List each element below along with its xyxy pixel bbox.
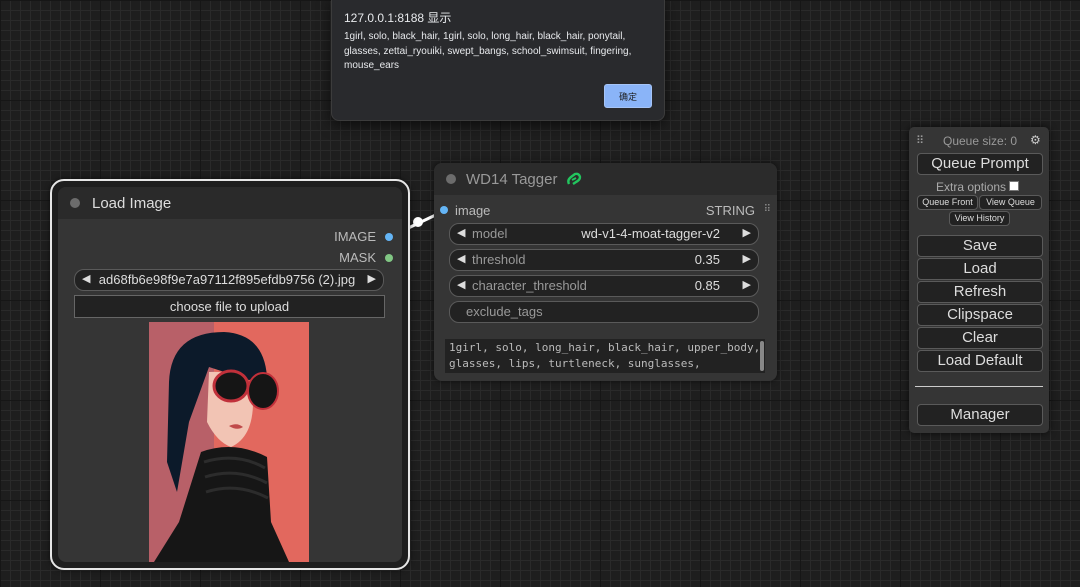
- threshold-number[interactable]: ◀ threshold 0.35 ▶: [449, 249, 759, 271]
- load-button[interactable]: Load: [917, 258, 1043, 280]
- alert-title: 127.0.0.1:8188 显示: [344, 11, 452, 25]
- node-title: Load Image: [92, 195, 172, 212]
- upload-button[interactable]: choose file to upload: [74, 295, 385, 318]
- widget-label: character_threshold: [472, 278, 587, 293]
- tagger-header[interactable]: WD14 Tagger: [434, 163, 777, 195]
- browser-alert-dialog: 127.0.0.1:8188 显示 1girl, solo, black_hai…: [331, 0, 665, 121]
- model-combo[interactable]: ◀ model wd-v1-4-moat-tagger-v2 ▶: [449, 223, 759, 245]
- load-image-node[interactable]: Load Image IMAGE MASK ◀ ad68fb6e98f9e7a9…: [50, 179, 410, 570]
- comfy-menu: ⠿ Queue size: 0 ⚙ Queue Prompt Extra opt…: [909, 127, 1049, 433]
- file-name: ad68fb6e98f9e7a97112f895efdb9756 (2).jpg: [98, 272, 356, 287]
- drag-handle-icon[interactable]: ⠿: [916, 134, 924, 147]
- right-arrow-icon[interactable]: ▶: [743, 278, 751, 291]
- right-arrow-icon[interactable]: ▶: [743, 252, 751, 265]
- widget-label: exclude_tags: [466, 304, 543, 319]
- output-image-label: IMAGE: [334, 229, 376, 244]
- left-arrow-icon[interactable]: ◀: [457, 278, 465, 291]
- alert-message: 1girl, solo, black_hair, 1girl, solo, lo…: [344, 31, 632, 71]
- gear-icon[interactable]: ⚙: [1030, 133, 1041, 147]
- extra-options-checkbox[interactable]: [1009, 181, 1019, 191]
- input-image-slot[interactable]: [440, 206, 448, 214]
- alert-ok-button[interactable]: 确定: [604, 84, 652, 108]
- wd14-tagger-node[interactable]: WD14 Tagger image STRING ⠿ ◀ model wd-v1…: [434, 163, 777, 381]
- manager-button[interactable]: Manager: [917, 404, 1043, 426]
- widget-label: model: [472, 226, 508, 241]
- tags-output-textarea[interactable]: 1girl, solo, long_hair, black_hair, uppe…: [445, 339, 765, 373]
- widget-label: threshold: [472, 252, 526, 267]
- view-history-button[interactable]: View History: [949, 211, 1010, 226]
- widget-value: 0.85: [694, 278, 720, 293]
- link-icon: [567, 172, 582, 185]
- queue-size-label: Queue size: 0: [943, 134, 1018, 148]
- output-mask-label: MASK: [339, 250, 376, 265]
- left-arrow-icon[interactable]: ◀: [82, 272, 90, 285]
- image-file-combo[interactable]: ◀ ad68fb6e98f9e7a97112f895efdb9756 (2).j…: [74, 269, 384, 291]
- image-preview: [149, 322, 309, 562]
- textarea-scrollbar[interactable]: [760, 341, 764, 371]
- save-button[interactable]: Save: [917, 235, 1043, 257]
- output-mask-slot[interactable]: [385, 254, 393, 262]
- collapse-dot-icon[interactable]: [70, 198, 80, 208]
- left-arrow-icon[interactable]: ◀: [457, 226, 465, 239]
- left-arrow-icon[interactable]: ◀: [457, 252, 465, 265]
- view-queue-button[interactable]: View Queue: [979, 195, 1042, 210]
- queue-front-button[interactable]: Queue Front: [917, 195, 978, 210]
- refresh-button[interactable]: Refresh: [917, 281, 1043, 303]
- output-image-slot[interactable]: [385, 233, 393, 241]
- exclude-tags-input[interactable]: exclude_tags: [449, 301, 759, 323]
- right-arrow-icon[interactable]: ▶: [368, 272, 376, 285]
- load-default-button[interactable]: Load Default: [917, 350, 1043, 372]
- character-threshold-number[interactable]: ◀ character_threshold 0.85 ▶: [449, 275, 759, 297]
- menu-divider: [915, 386, 1043, 387]
- clear-button[interactable]: Clear: [917, 327, 1043, 349]
- collapse-dot-icon[interactable]: [446, 174, 456, 184]
- extra-options-label: Extra options: [936, 180, 1007, 194]
- input-image-label: image: [455, 203, 491, 218]
- output-string-label: STRING: [705, 203, 755, 218]
- right-arrow-icon[interactable]: ▶: [743, 226, 751, 239]
- load-image-header[interactable]: Load Image: [58, 187, 402, 219]
- node-title: WD14 Tagger: [466, 171, 558, 188]
- clipspace-button[interactable]: Clipspace: [917, 304, 1043, 326]
- queue-prompt-button[interactable]: Queue Prompt: [917, 153, 1043, 175]
- widget-value: wd-v1-4-moat-tagger-v2: [581, 226, 720, 241]
- widget-value: 0.35: [694, 252, 720, 267]
- output-string-slot-icon[interactable]: ⠿: [764, 204, 771, 215]
